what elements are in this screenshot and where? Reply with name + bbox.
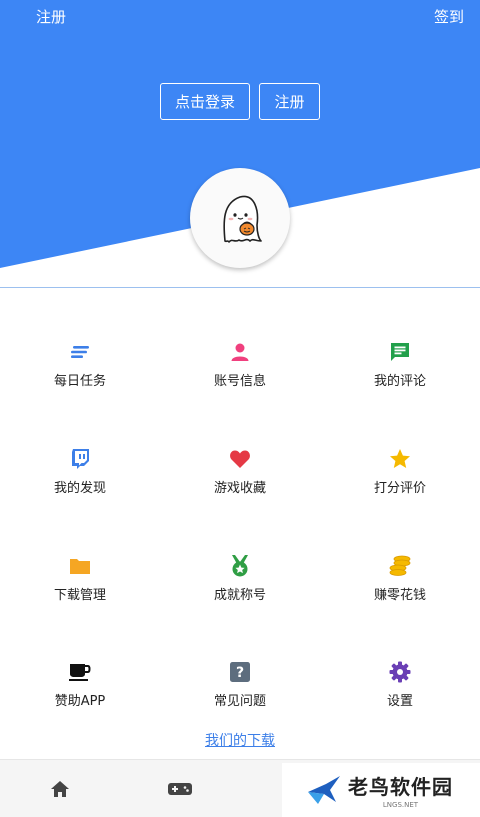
menu-item-label: 账号信息 — [213, 374, 266, 389]
menu-item-label: 赚零花钱 — [373, 588, 426, 603]
watermark-title: 老鸟软件园 — [348, 775, 453, 799]
profile-header: 注册 签到 点击登录 注册 — [0, 0, 480, 290]
menu-item-label: 打分评价 — [373, 481, 426, 496]
home-icon — [51, 781, 69, 797]
menu-item-label: 设置 — [386, 694, 413, 709]
menu-item-label: 成就称号 — [213, 588, 266, 603]
top-register-link[interactable]: 注册 — [36, 6, 66, 27]
register-button[interactable]: 注册 — [259, 83, 320, 120]
twitch-icon — [68, 447, 92, 471]
menu-item-label: 我的发现 — [53, 481, 106, 496]
tab-home[interactable] — [46, 775, 74, 803]
folder-icon — [68, 554, 92, 578]
menu-item-settings[interactable]: 设置 — [320, 630, 480, 720]
person-icon — [228, 340, 252, 364]
coins-icon — [388, 554, 412, 578]
menu-item-earn-money[interactable]: 赚零花钱 — [320, 524, 480, 614]
list-icon — [68, 340, 92, 364]
tab-games[interactable] — [166, 775, 194, 803]
menu-item-rate-review[interactable]: 打分评价 — [320, 417, 480, 507]
menu-item-daily-tasks[interactable]: 每日任务 — [0, 310, 160, 400]
menu-item-my-discoveries[interactable]: 我的发现 — [0, 417, 160, 507]
gamepad-icon — [168, 783, 192, 795]
menu-item-sponsor-app[interactable]: 赞助APP — [0, 630, 160, 720]
bird-logo-icon — [308, 776, 340, 804]
comment-icon — [388, 340, 412, 364]
menu-item-achievements[interactable]: 成就称号 — [160, 524, 320, 614]
our-downloads-link[interactable]: 我们的下载 — [0, 730, 480, 750]
login-button[interactable]: 点击登录 — [160, 83, 250, 120]
menu-item-my-comments[interactable]: 我的评论 — [320, 310, 480, 400]
menu-item-label: 我的评论 — [373, 374, 426, 389]
header-divider — [0, 287, 480, 288]
star-icon — [388, 447, 412, 471]
heart-icon — [228, 447, 252, 471]
menu-item-faq[interactable]: ? 常见问题 — [160, 630, 320, 720]
menu-item-label: 下载管理 — [53, 588, 106, 603]
watermark-subtitle: LNGS.NET — [382, 801, 419, 809]
menu-item-label: 每日任务 — [53, 374, 106, 389]
svg-text:?: ? — [236, 665, 244, 681]
question-icon: ? — [228, 660, 252, 684]
menu-item-game-favorites[interactable]: 游戏收藏 — [160, 417, 320, 507]
menu-item-label: 常见问题 — [213, 694, 266, 709]
medal-icon — [228, 554, 252, 578]
menu-item-account-info[interactable]: 账号信息 — [160, 310, 320, 400]
menu-item-label: 赞助APP — [54, 694, 106, 709]
menu-item-label: 游戏收藏 — [213, 481, 266, 496]
watermark: 老鸟软件园 LNGS.NET — [282, 763, 480, 817]
ghost-avatar-icon — [223, 195, 262, 243]
coffee-icon — [68, 660, 92, 684]
menu-item-download-manager[interactable]: 下载管理 — [0, 524, 160, 614]
avatar[interactable] — [190, 168, 290, 268]
checkin-link[interactable]: 签到 — [434, 6, 464, 27]
gear-icon — [388, 660, 412, 684]
